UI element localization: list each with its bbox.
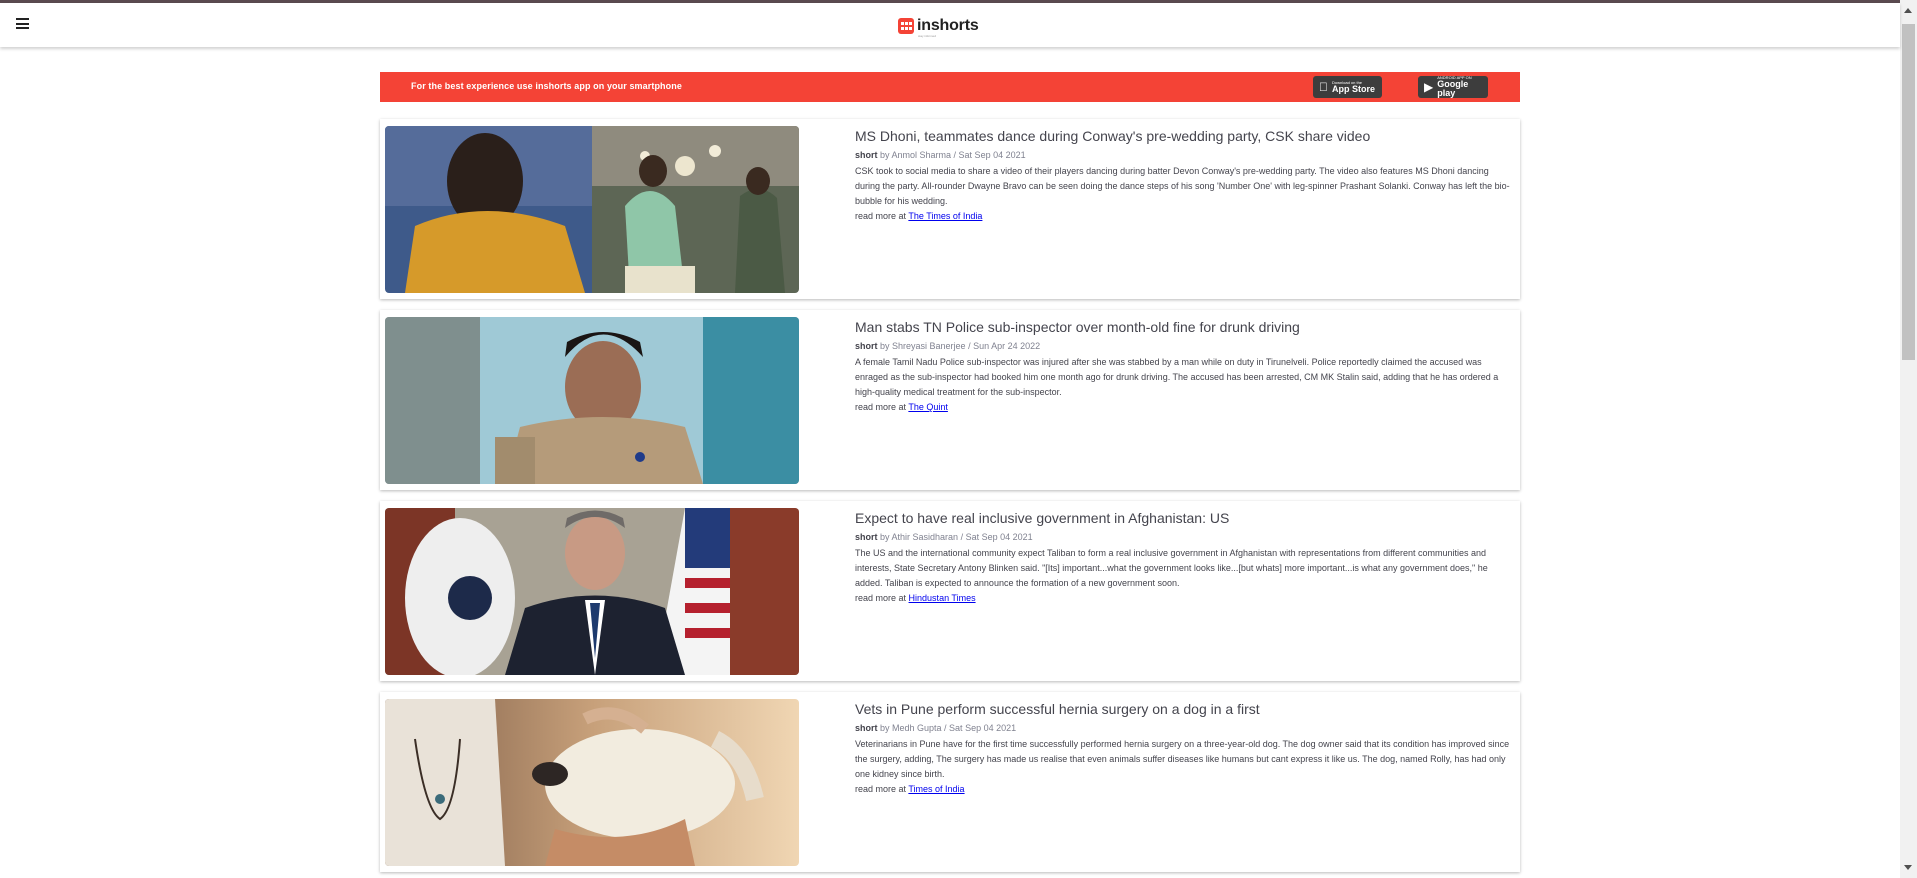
news-card: Vets in Pune perform successful hernia s… [380, 692, 1520, 872]
news-tag: short [855, 341, 878, 351]
inshorts-logo-icon [898, 18, 914, 34]
news-read-more: read more at The Quint [855, 400, 1511, 415]
read-more-label: read more at [855, 593, 907, 603]
news-title[interactable]: Vets in Pune perform successful hernia s… [855, 700, 1511, 718]
appstore-big-label: App Store [1323, 83, 1375, 94]
menu-icon[interactable] [16, 18, 29, 30]
source-link[interactable]: Times of India [908, 784, 964, 794]
news-tag: short [855, 723, 878, 733]
news-content: Man stabs TN Police sub-inspector over m… [855, 318, 1511, 415]
news-content: Expect to have real inclusive government… [855, 509, 1511, 606]
source-link[interactable]: The Times of India [908, 211, 982, 221]
news-meta: short by Athir Sasidharan / Sat Sep 04 2… [855, 531, 1511, 543]
news-card: Expect to have real inclusive government… [380, 501, 1520, 681]
news-title[interactable]: Expect to have real inclusive government… [855, 509, 1511, 527]
news-image[interactable] [385, 126, 799, 293]
news-card: MS Dhoni, teammates dance during Conway'… [380, 119, 1520, 299]
news-content: MS Dhoni, teammates dance during Conway'… [855, 127, 1511, 224]
google-play-button[interactable]: ▶ ANDROID APP ON Google play [1418, 76, 1488, 98]
read-more-label: read more at [855, 211, 907, 221]
news-image[interactable] [385, 699, 799, 866]
brand-name: inshorts [917, 17, 979, 34]
read-more-label: read more at [855, 402, 907, 412]
read-more-label: read more at [855, 784, 907, 794]
news-meta: short by Shreyasi Banerjee / Sun Apr 24 … [855, 340, 1511, 352]
news-byline: by Shreyasi Banerjee / Sun Apr 24 2022 [880, 341, 1041, 351]
news-tag: short [855, 150, 878, 160]
news-body: The US and the international community e… [855, 548, 1488, 588]
promo-text: For the best experience use inshorts app… [411, 81, 682, 91]
news-image[interactable] [385, 317, 799, 484]
news-body: Veterinarians in Pune have for the first… [855, 739, 1510, 779]
source-link[interactable]: The Quint [908, 402, 948, 412]
news-read-more: read more at Times of India [855, 782, 1511, 797]
news-title[interactable]: MS Dhoni, teammates dance during Conway'… [855, 127, 1511, 145]
news-tag: short [855, 532, 878, 542]
apple-icon:  [1319, 80, 1328, 94]
news-body: A female Tamil Nadu Police sub-inspector… [855, 357, 1499, 397]
scroll-up-arrow-icon[interactable] [1904, 8, 1912, 13]
news-title[interactable]: Man stabs TN Police sub-inspector over m… [855, 318, 1511, 336]
news-card: Man stabs TN Police sub-inspector over m… [380, 310, 1520, 490]
vertical-scrollbar[interactable] [1900, 0, 1917, 878]
app-promo-banner: For the best experience use inshorts app… [380, 72, 1520, 102]
news-body: CSK took to social media to share a vide… [855, 166, 1510, 206]
news-byline: by Medh Gupta / Sat Sep 04 2021 [880, 723, 1017, 733]
brand-logo[interactable]: inshorts stay informed [898, 14, 979, 38]
news-meta: short by Anmol Sharma / Sat Sep 04 2021 [855, 149, 1511, 161]
top-navbar: inshorts stay informed [0, 3, 1900, 47]
news-byline: by Athir Sasidharan / Sat Sep 04 2021 [880, 532, 1033, 542]
playstore-big-label: Google play [1437, 79, 1469, 98]
play-icon: ▶ [1424, 80, 1434, 94]
scroll-thumb[interactable] [1902, 24, 1915, 360]
news-content: Vets in Pune perform successful hernia s… [855, 700, 1511, 797]
news-meta: short by Medh Gupta / Sat Sep 04 2021 [855, 722, 1511, 734]
brand-tagline: stay informed [918, 34, 937, 38]
news-read-more: read more at Hindustan Times [855, 591, 1511, 606]
news-read-more: read more at The Times of India [855, 209, 1511, 224]
news-byline: by Anmol Sharma / Sat Sep 04 2021 [880, 150, 1026, 160]
source-link[interactable]: Hindustan Times [909, 593, 976, 603]
news-image[interactable] [385, 508, 799, 675]
app-store-button[interactable]:  Download on the App Store [1313, 76, 1382, 98]
scroll-down-arrow-icon[interactable] [1904, 865, 1912, 870]
